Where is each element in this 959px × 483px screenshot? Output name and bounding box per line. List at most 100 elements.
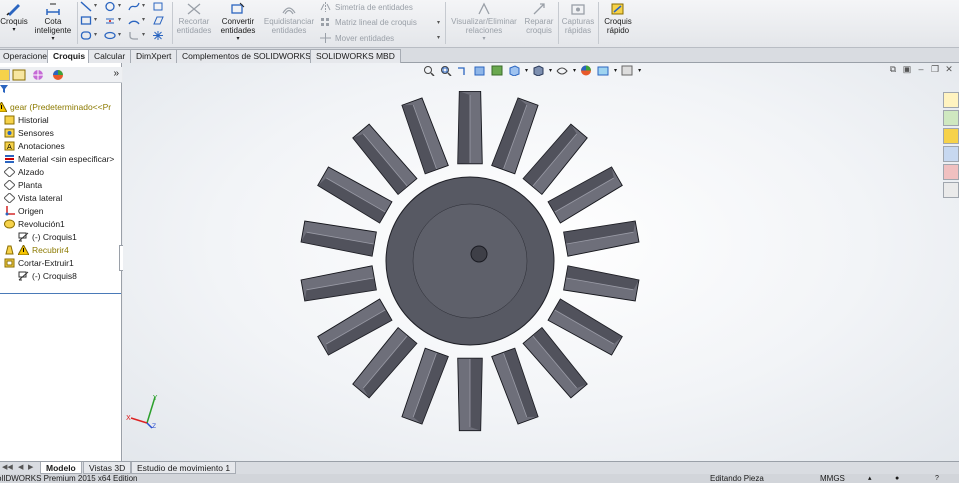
tab-solidworks-mbd[interactable]: SOLIDWORKS MBD: [310, 49, 401, 63]
tree-item-cortar-extruir1[interactable]: Cortar-Extruir1: [4, 257, 74, 269]
appearances-icon[interactable]: [943, 164, 959, 180]
convertir-entidades-button[interactable]: Convertir entidades ▾: [217, 2, 259, 44]
property-manager-icon[interactable]: [12, 69, 26, 81]
chevron-down-icon[interactable]: ▾: [614, 67, 617, 74]
tree-root[interactable]: gear (Predeterminado<<Pr: [0, 101, 111, 113]
tree-item-alzado[interactable]: Alzado: [4, 166, 44, 178]
recortar-label: Recortar entidades: [176, 17, 212, 35]
rectangle-icon[interactable]: [80, 15, 92, 26]
ellipse-icon[interactable]: [104, 30, 116, 41]
chevron-down-icon[interactable]: ▾: [142, 31, 145, 38]
fillet-icon[interactable]: [128, 30, 140, 41]
edit-appearance-icon[interactable]: [580, 65, 592, 76]
polygon-icon[interactable]: [80, 30, 92, 41]
recortar-entidades-button[interactable]: Recortar entidades: [174, 2, 214, 35]
spline-icon[interactable]: [128, 1, 140, 12]
first-tab-icon[interactable]: ◀◀: [2, 463, 13, 471]
arc-icon[interactable]: [128, 15, 140, 26]
chevron-down-icon[interactable]: ▾: [118, 16, 121, 23]
tree-item-material[interactable]: Material <sin especificar>: [4, 153, 114, 165]
zoom-to-fit-icon[interactable]: [423, 65, 435, 76]
section-view-icon[interactable]: [474, 65, 486, 76]
zoom-to-area-icon[interactable]: [440, 65, 452, 76]
tree-item-anotaciones[interactable]: A Anotaciones: [4, 140, 65, 152]
previous-view-icon[interactable]: [457, 65, 469, 76]
tree-item-revolucion1[interactable]: Revolución1: [4, 218, 65, 230]
solidworks-resources-icon[interactable]: [943, 92, 959, 108]
line-icon[interactable]: [80, 1, 92, 12]
dynamic-annotation-icon[interactable]: [491, 65, 503, 76]
rebuild-icon[interactable]: ●: [895, 474, 899, 483]
tree-item-croquis8[interactable]: (-) Croquis8: [18, 270, 77, 282]
tab-vistas-3d[interactable]: Vistas 3D: [83, 462, 132, 474]
chevron-down-icon[interactable]: ▾: [525, 67, 528, 74]
matriz-lineal-button[interactable]: Matriz lineal de croquis: [320, 15, 417, 29]
chevron-down-icon[interactable]: ▾: [94, 2, 97, 9]
surface-sketch-icon[interactable]: [152, 1, 164, 12]
chevron-down-icon[interactable]: ▾: [638, 67, 641, 74]
tree-item-vista-lateral[interactable]: Vista lateral: [4, 192, 62, 204]
slot-icon[interactable]: [104, 15, 116, 26]
tab-complementos[interactable]: Complementos de SOLIDWORKS: [176, 49, 317, 63]
view-palette-icon[interactable]: [943, 146, 959, 162]
cota-inteligente-button[interactable]: Cota inteligente ▾: [32, 2, 74, 44]
capturas-rapidas-button[interactable]: Capturas rápidas: [560, 2, 596, 35]
circle-icon[interactable]: [104, 1, 116, 12]
mover-entidades-button[interactable]: Mover entidades: [320, 31, 394, 45]
tab-calcular[interactable]: Calcular: [88, 49, 132, 63]
help-icon[interactable]: ?: [935, 474, 939, 483]
point-icon[interactable]: [152, 30, 164, 41]
restore-icon[interactable]: ❐: [929, 63, 941, 75]
croquis-rapido-button[interactable]: Croquis rápido: [600, 2, 636, 35]
view-settings-icon[interactable]: [621, 65, 633, 76]
tree-item-sensores[interactable]: Sensores: [4, 127, 54, 139]
chevron-down-icon[interactable]: ▾: [142, 16, 145, 23]
tree-item-recubrir4[interactable]: Recubrir4: [4, 244, 69, 256]
plane-icon[interactable]: [152, 15, 164, 26]
chevron-down-icon[interactable]: ▾: [437, 34, 440, 41]
chevron-right-icon[interactable]: »: [113, 68, 119, 79]
tab-dimxpert[interactable]: DimXpert: [130, 49, 178, 63]
custom-properties-icon[interactable]: [943, 182, 959, 198]
tab-estudio-movimiento[interactable]: Estudio de movimiento 1: [131, 462, 237, 474]
visualizar-eliminar-relaciones-button[interactable]: Visualizar/Eliminar relaciones ▾: [448, 2, 520, 44]
chevron-up-icon[interactable]: ▴: [868, 474, 872, 483]
file-explorer-icon[interactable]: [943, 128, 959, 144]
simetria-entidades-button[interactable]: Simetría de entidades: [320, 0, 413, 14]
gear-model[interactable]: [293, 91, 643, 441]
minimize-icon[interactable]: –: [915, 63, 927, 75]
graphics-area[interactable]: ▾ ▾ ▾ ▾ ▾ ⧉ ▣ – ❐ ✕ Y X Z: [123, 63, 959, 461]
relations-icon: [478, 2, 490, 15]
tab-croquis[interactable]: Croquis: [47, 49, 92, 63]
croquis-button[interactable]: Croquis ▾: [0, 2, 28, 35]
chevron-down-icon[interactable]: ▾: [142, 2, 145, 9]
design-library-icon[interactable]: [943, 110, 959, 126]
chevron-down-icon[interactable]: ▾: [94, 31, 97, 38]
tree-item-origen[interactable]: Origen: [4, 205, 44, 217]
tree-item-planta[interactable]: Planta: [4, 179, 42, 191]
apply-scene-icon[interactable]: [597, 65, 609, 76]
status-units[interactable]: MMGS: [820, 474, 845, 483]
prev-tab-icon[interactable]: ◀: [18, 463, 23, 471]
display-manager-icon[interactable]: [51, 69, 65, 81]
tree-item-croquis1[interactable]: (-) Croquis1: [18, 231, 77, 243]
chevron-down-icon[interactable]: ▾: [118, 2, 121, 9]
tile-icon[interactable]: ⧉: [887, 63, 899, 75]
equidistanciar-entidades-button[interactable]: Equidistanciar entidades: [262, 2, 316, 35]
close-icon[interactable]: ✕: [943, 63, 955, 75]
reparar-croquis-button[interactable]: Reparar croquis: [522, 2, 556, 35]
chevron-down-icon[interactable]: ▾: [573, 67, 576, 74]
hide-show-items-icon[interactable]: [556, 65, 568, 76]
chevron-down-icon[interactable]: ▾: [549, 67, 552, 74]
tree-item-historial[interactable]: Historial: [4, 114, 49, 126]
chevron-down-icon[interactable]: ▾: [94, 16, 97, 23]
chevron-down-icon[interactable]: ▾: [437, 19, 440, 26]
feature-tree-tab-icon[interactable]: [0, 69, 10, 81]
next-tab-icon[interactable]: ▶: [28, 463, 33, 471]
split-icon[interactable]: ▣: [901, 63, 913, 75]
chevron-down-icon[interactable]: ▾: [118, 31, 121, 38]
configuration-manager-icon[interactable]: [31, 69, 45, 81]
tab-modelo[interactable]: Modelo: [40, 462, 82, 474]
view-orientation-icon[interactable]: [508, 64, 520, 76]
display-style-icon[interactable]: [532, 64, 544, 76]
